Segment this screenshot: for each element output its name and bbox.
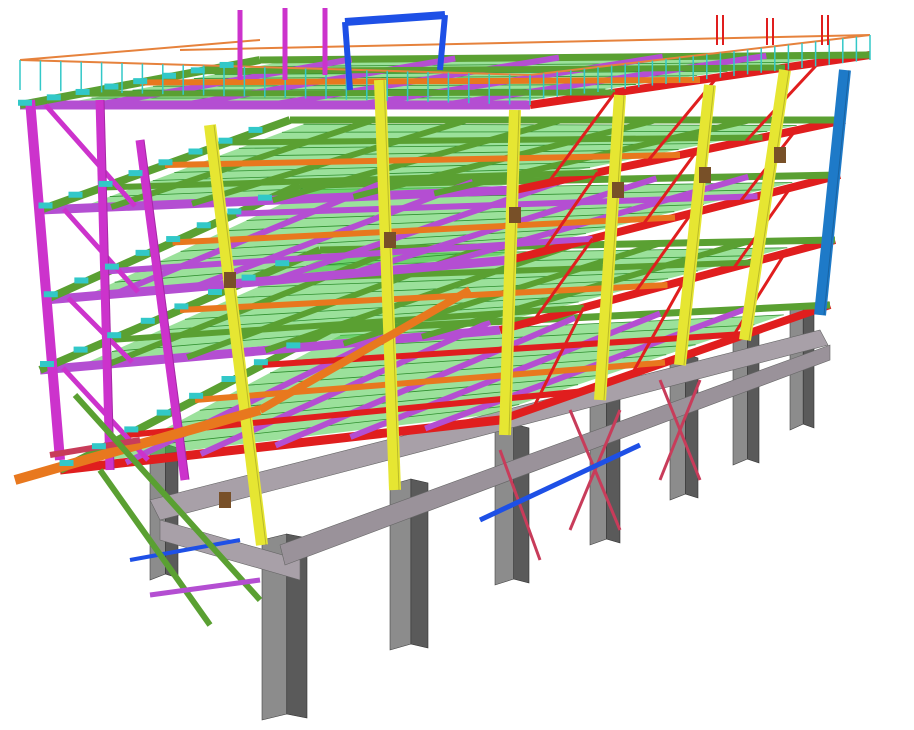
cyan-stub <box>107 332 122 339</box>
cyan-stub <box>189 392 204 399</box>
cyan-stub <box>18 99 32 106</box>
cyan-stub <box>128 170 143 177</box>
splice-plate <box>699 167 711 183</box>
cyan-stub <box>253 359 268 366</box>
cyan-stub <box>40 361 54 367</box>
cyan-stub <box>162 72 176 79</box>
cyan-stub <box>286 342 301 349</box>
cyan-stub <box>135 249 150 256</box>
cyan-stub <box>208 289 222 295</box>
cyan-stub <box>46 94 61 101</box>
cyan-stub <box>74 277 89 284</box>
cyan-stub <box>275 260 290 267</box>
cyan-stub <box>91 443 106 450</box>
cyan-stub <box>156 409 171 416</box>
cyan-stub <box>124 426 139 433</box>
splice-plate <box>219 492 231 508</box>
purple-lower-beam <box>149 577 261 598</box>
cyan-stub <box>241 274 256 281</box>
cyan-stub <box>188 148 203 155</box>
cyan-stub <box>227 208 242 215</box>
splice-plate <box>224 272 236 288</box>
cyan-stub <box>104 263 119 270</box>
cyan-stub <box>166 236 181 243</box>
cyan-stub <box>190 67 205 74</box>
cyan-stub <box>158 159 173 166</box>
cyan-stub <box>59 460 74 466</box>
splice-plate <box>384 232 396 248</box>
cyan-stub <box>140 317 155 324</box>
splice-plate <box>612 182 624 198</box>
cyan-stub <box>248 126 263 133</box>
cyan-stub <box>133 78 148 85</box>
steel-structure-3d-render <box>13 8 871 721</box>
cyan-stub <box>174 303 189 310</box>
cyan-stub <box>75 88 90 95</box>
longitudinal-beam <box>79 89 616 97</box>
cyan-stub <box>219 61 234 68</box>
splice-plate <box>509 207 521 223</box>
cyan-stub <box>218 137 233 144</box>
cyan-stub <box>104 83 119 90</box>
cyan-stub <box>73 346 88 353</box>
cyan-stub <box>38 202 53 209</box>
column-shade <box>748 69 790 341</box>
cyan-stub <box>43 291 58 298</box>
structure-model-viewport <box>0 0 914 730</box>
cyan-stub <box>221 376 236 382</box>
left-corner-column <box>25 99 65 461</box>
column <box>814 69 851 316</box>
roof-blue-beam <box>344 11 446 26</box>
cyan-stub <box>68 191 83 198</box>
cyan-stub <box>98 180 113 187</box>
cyan-stub <box>257 194 272 201</box>
splice-plate <box>774 147 786 163</box>
cyan-stub <box>196 222 211 229</box>
